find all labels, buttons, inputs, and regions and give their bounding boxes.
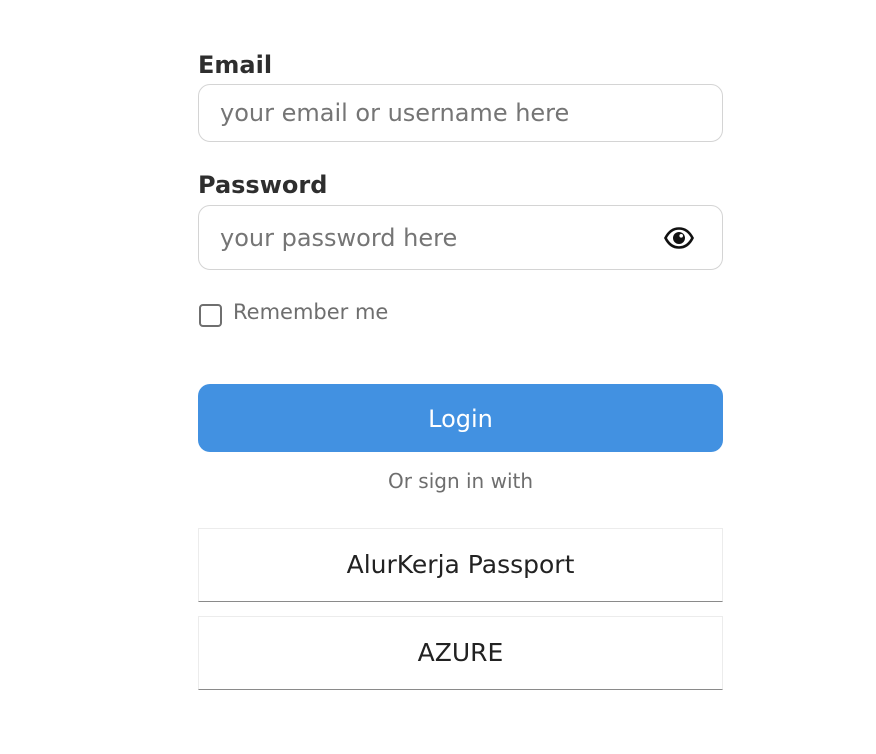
sso-alurkerja-passport-button[interactable]: AlurKerja Passport: [198, 528, 723, 602]
sso-azure-button[interactable]: AZURE: [198, 616, 723, 690]
remember-me-checkbox[interactable]: [199, 304, 222, 327]
remember-me-label[interactable]: Remember me: [233, 300, 388, 324]
email-field-wrapper: [198, 84, 723, 142]
password-input[interactable]: [220, 206, 640, 269]
password-field-wrapper: [198, 205, 723, 270]
remember-me-row: Remember me: [198, 300, 498, 327]
alt-signin-text: Or sign in with: [387, 469, 534, 493]
email-label: Email: [198, 51, 273, 79]
eye-icon[interactable]: [664, 226, 694, 249]
login-button[interactable]: Login: [198, 384, 723, 452]
password-label: Password: [198, 171, 328, 199]
email-input[interactable]: [220, 85, 640, 141]
